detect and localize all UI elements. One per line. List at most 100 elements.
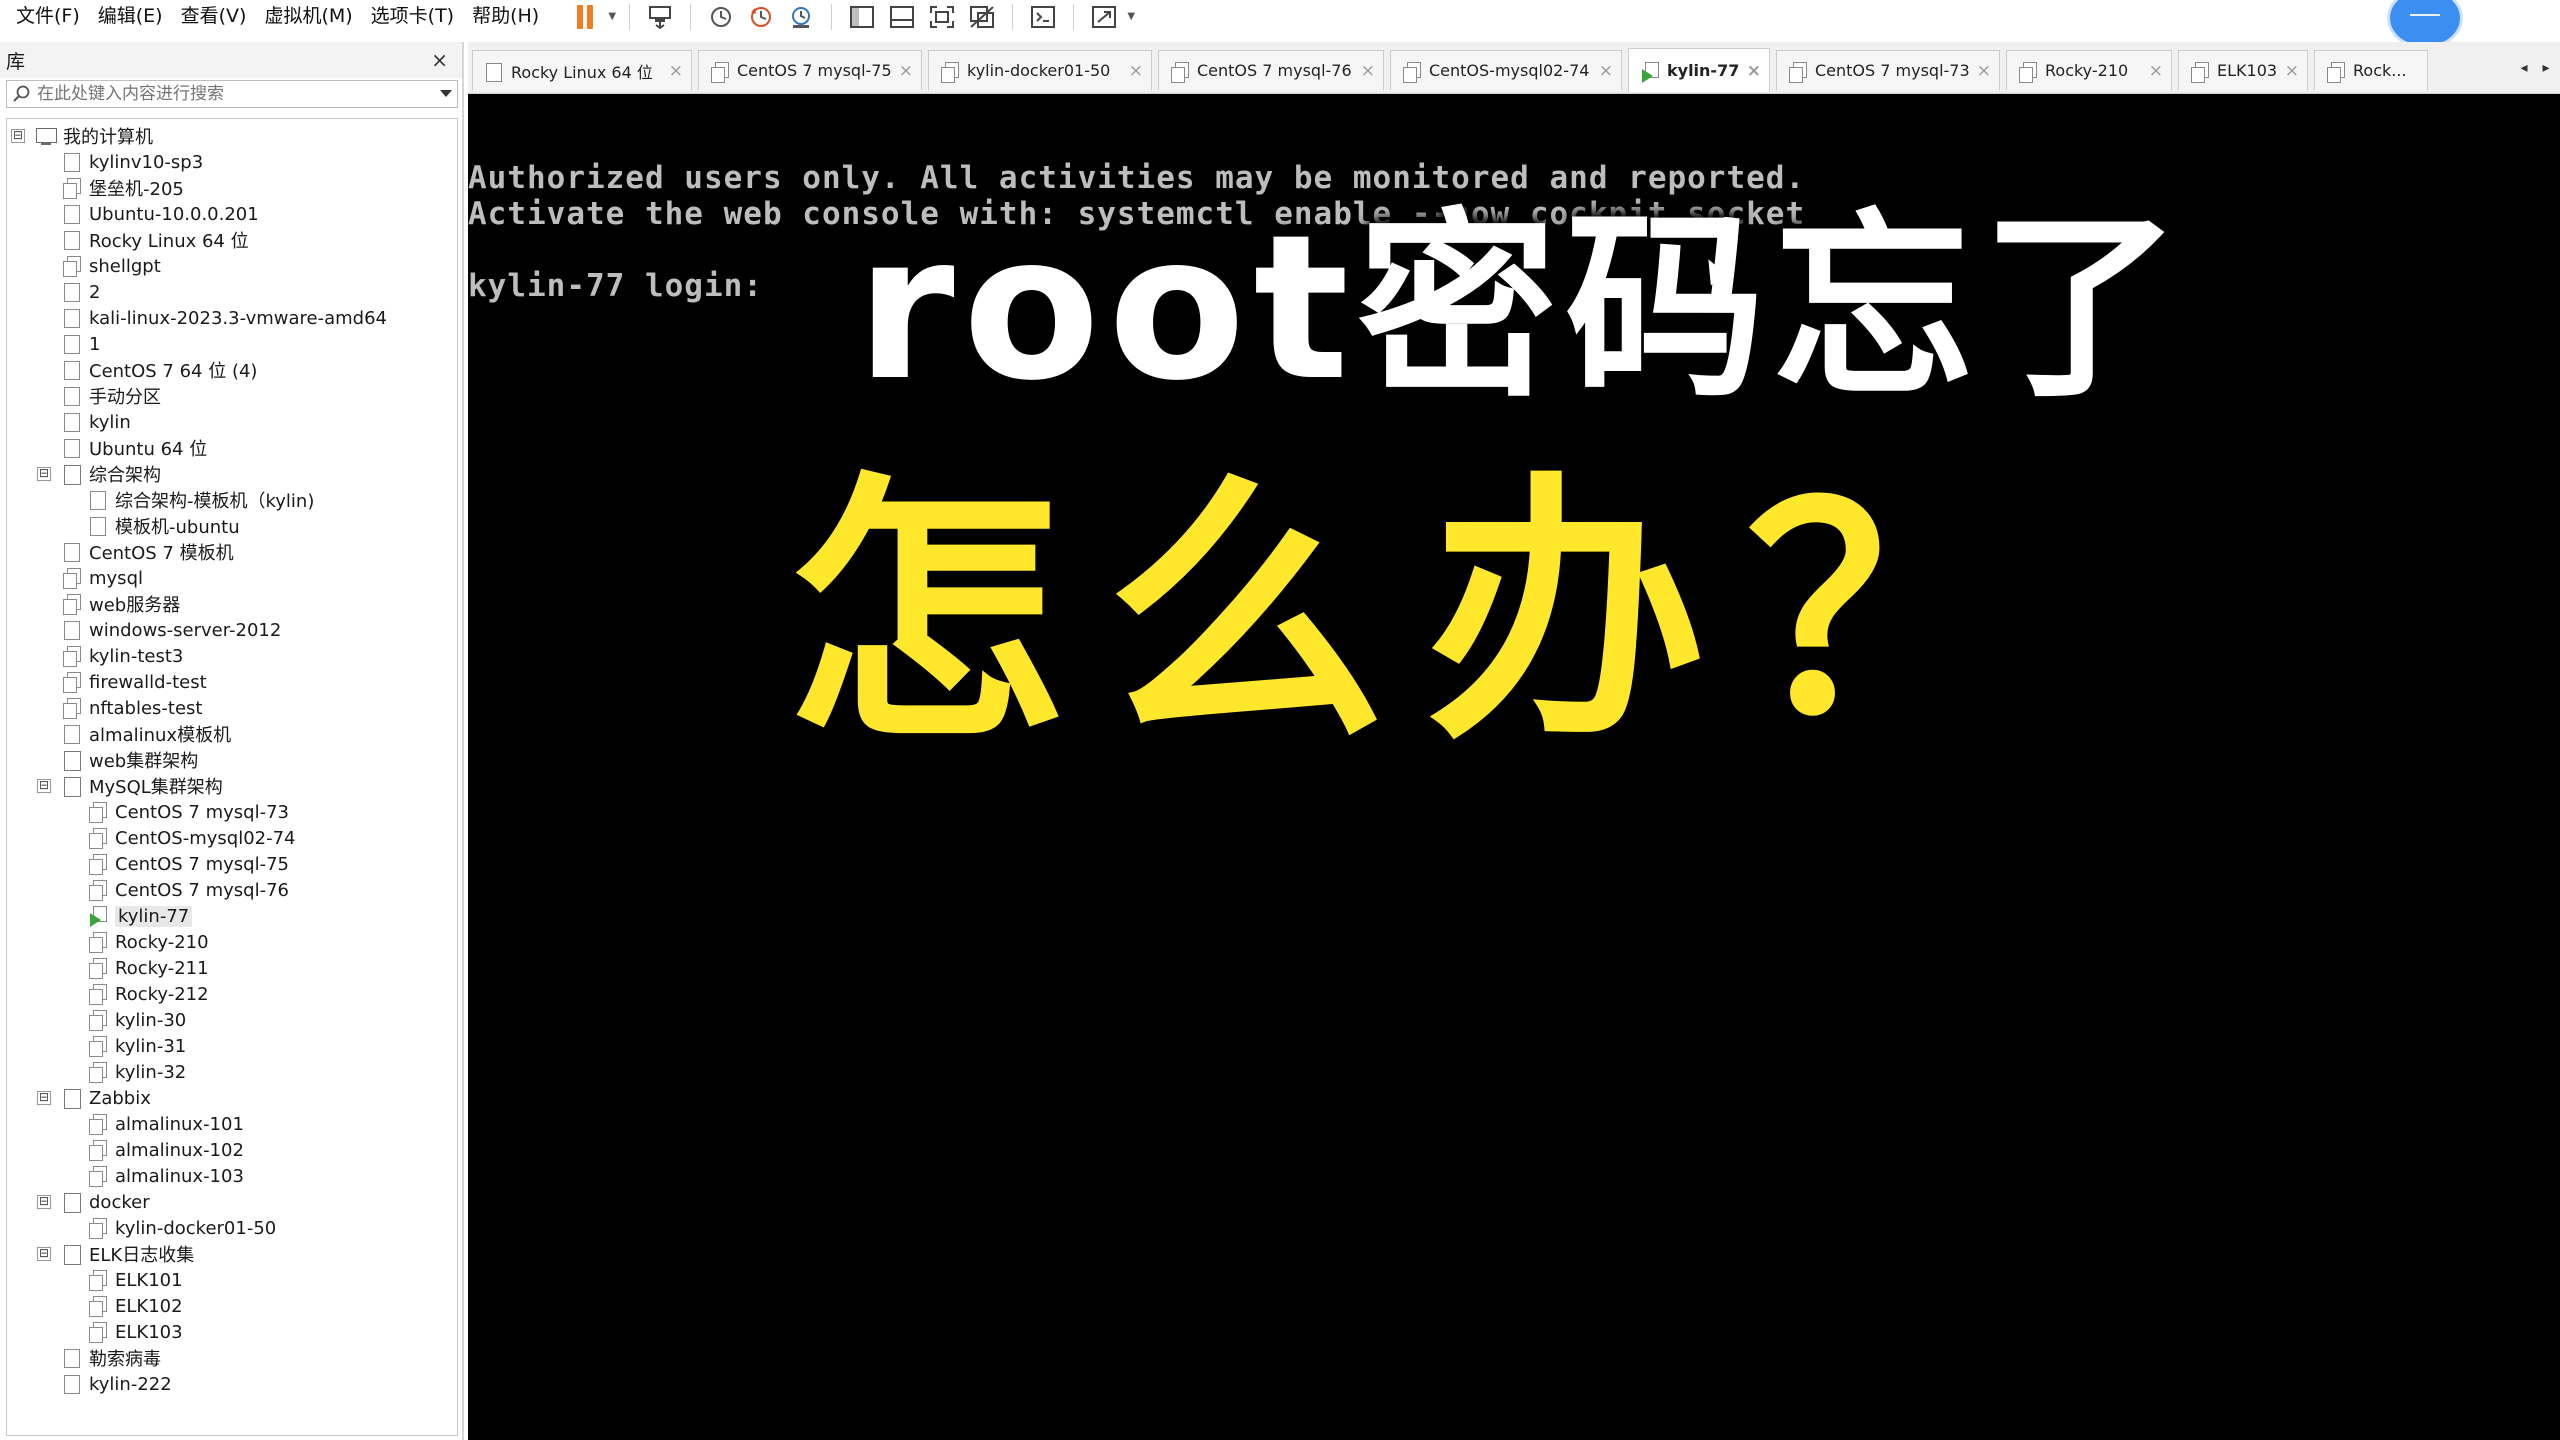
thumbnail-view-button[interactable] xyxy=(884,2,920,32)
library-view-button[interactable] xyxy=(844,2,880,32)
tab-close-icon[interactable]: × xyxy=(2285,61,2299,81)
tree-item[interactable]: Rocky-212 xyxy=(63,981,209,1007)
tree-item[interactable]: kylin-30 xyxy=(63,1007,186,1033)
tree-item[interactable]: 2 xyxy=(37,279,100,305)
vm-tab[interactable]: CentOS-mysql02-74 × xyxy=(1390,50,1622,90)
vm-tab[interactable]: CentOS 7 mysql-76 × xyxy=(1158,50,1384,90)
send-ctrl-alt-del-button[interactable] xyxy=(642,2,678,32)
tree-item[interactable]: ⊟ 综合架构 xyxy=(37,461,161,487)
console-view-button[interactable] xyxy=(1025,2,1061,32)
tree-item[interactable]: mysql xyxy=(37,565,143,591)
tree-item[interactable]: CentOS 7 mysql-76 xyxy=(63,877,289,903)
menu-edit[interactable]: 编辑(E) xyxy=(90,0,171,33)
tree-item[interactable]: 1 xyxy=(37,331,100,357)
tree-collapse-icon[interactable]: ⊟ xyxy=(37,1195,51,1209)
vm-tab[interactable]: ELK103 × xyxy=(2178,50,2308,90)
menu-view[interactable]: 查看(V) xyxy=(173,0,255,33)
snapshot-manager-button[interactable] xyxy=(783,2,819,32)
tree-collapse-icon[interactable]: ⊟ xyxy=(37,1091,51,1105)
tree-item[interactable]: kylin-31 xyxy=(63,1033,186,1059)
vm-tab[interactable]: Rocky Linux 64 位 × xyxy=(472,50,692,90)
library-close-button[interactable]: × xyxy=(431,48,448,72)
tree-item[interactable]: Rocky-211 xyxy=(63,955,209,981)
tab-close-icon[interactable]: × xyxy=(899,61,913,81)
library-search-input[interactable] xyxy=(37,84,435,104)
pause-button[interactable] xyxy=(567,2,603,32)
tree-item[interactable]: almalinux-101 xyxy=(63,1111,244,1137)
tree-item[interactable]: ⊟ 我的计算机 xyxy=(11,123,153,149)
tree-item[interactable]: web服务器 xyxy=(37,591,180,617)
menu-help[interactable]: 帮助(H) xyxy=(464,0,547,33)
tree-item[interactable]: kylin-docker01-50 xyxy=(63,1215,276,1241)
tab-close-icon[interactable]: × xyxy=(1599,61,1613,81)
tree-item[interactable]: almalinux-102 xyxy=(63,1137,244,1163)
menu-file[interactable]: 文件(F) xyxy=(8,0,88,33)
tree-collapse-icon[interactable]: ⊟ xyxy=(37,779,51,793)
tree-item[interactable]: ⊟ Zabbix xyxy=(37,1085,151,1111)
tab-close-icon[interactable]: × xyxy=(1747,61,1761,81)
tree-item[interactable]: ⊟ MySQL集群架构 xyxy=(37,773,223,799)
tree-item[interactable]: CentOS 7 模板机 xyxy=(37,539,234,565)
tree-item[interactable]: ⊟ ELK日志收集 xyxy=(37,1241,194,1267)
vm-tab[interactable]: CentOS 7 mysql-73 × xyxy=(1776,50,2000,90)
tree-item[interactable]: 模板机-ubuntu xyxy=(63,513,240,539)
tree-item[interactable]: 堡垒机-205 xyxy=(37,175,184,201)
tab-close-icon[interactable]: × xyxy=(2149,61,2163,81)
tree-item[interactable]: Ubuntu-10.0.0.201 xyxy=(37,201,259,227)
tab-scroll-right-button[interactable]: ▸ xyxy=(2536,56,2556,80)
tree-item[interactable]: CentOS 7 mysql-73 xyxy=(63,799,289,825)
search-dropdown-icon[interactable] xyxy=(435,81,457,107)
tree-item[interactable]: ELK102 xyxy=(63,1293,183,1319)
vm-tab[interactable]: Rock... xyxy=(2314,50,2428,90)
tab-close-icon[interactable]: × xyxy=(669,61,683,81)
tree-item[interactable]: 综合架构-模板机（kylin) xyxy=(63,487,314,513)
vm-tab[interactable]: CentOS 7 mysql-75 × xyxy=(698,50,922,90)
snapshot-button[interactable] xyxy=(703,2,739,32)
floating-assistant-icon[interactable] xyxy=(2390,0,2460,46)
tab-close-icon[interactable]: × xyxy=(1361,61,1375,81)
tree-item[interactable]: ELK101 xyxy=(63,1267,183,1293)
tree-item[interactable]: 手动分区 xyxy=(37,383,161,409)
revert-snapshot-button[interactable] xyxy=(743,2,779,32)
stretch-dropdown[interactable]: ▼ xyxy=(1124,2,1138,32)
tree-item[interactable]: 勒索病毒 xyxy=(37,1345,161,1371)
tree-item[interactable]: kylin-test3 xyxy=(37,643,183,669)
tree-collapse-icon[interactable]: ⊟ xyxy=(37,1247,51,1261)
stretch-guest-button[interactable] xyxy=(1086,2,1122,32)
vm-tab[interactable]: Rocky-210 × xyxy=(2006,50,2172,90)
tree-item[interactable]: CentOS 7 64 位 (4) xyxy=(37,357,257,383)
tree-item[interactable]: Rocky-210 xyxy=(63,929,209,955)
tree-item[interactable]: almalinux模板机 xyxy=(37,721,231,747)
tree-item[interactable]: almalinux-103 xyxy=(63,1163,244,1189)
menu-tabs[interactable]: 选项卡(T) xyxy=(363,0,462,33)
fullscreen-button[interactable] xyxy=(924,2,960,32)
tree-item[interactable]: kali-linux-2023.3-vmware-amd64 xyxy=(37,305,387,331)
tab-close-icon[interactable]: × xyxy=(1129,61,1143,81)
tree-item[interactable]: kylin xyxy=(37,409,131,435)
tree-item[interactable]: kylinv10-sp3 xyxy=(37,149,203,175)
tree-item[interactable]: CentOS 7 mysql-75 xyxy=(63,851,289,877)
unity-button[interactable] xyxy=(964,2,1000,32)
tree-item[interactable]: Ubuntu 64 位 xyxy=(37,435,207,461)
tree-item[interactable]: firewalld-test xyxy=(37,669,207,695)
vm-tab[interactable]: kylin-docker01-50 × xyxy=(928,50,1152,90)
tree-item[interactable]: ⊟ docker xyxy=(37,1189,150,1215)
tree-item[interactable]: kylin-222 xyxy=(37,1371,172,1397)
vm-console[interactable]: Authorized users only. All activities ma… xyxy=(468,94,2560,1440)
tree-item[interactable]: Rocky Linux 64 位 xyxy=(37,227,249,253)
tree-collapse-icon[interactable]: ⊟ xyxy=(11,129,25,143)
tree-item[interactable]: kylin-77 xyxy=(63,903,193,929)
vm-tab[interactable]: kylin-77 × xyxy=(1628,48,1770,92)
tab-scroll-left-button[interactable]: ◂ xyxy=(2514,56,2534,80)
tree-item[interactable]: kylin-32 xyxy=(63,1059,186,1085)
tree-collapse-icon[interactable]: ⊟ xyxy=(37,467,51,481)
tree-item[interactable]: CentOS-mysql02-74 xyxy=(63,825,296,851)
tree-item[interactable]: nftables-test xyxy=(37,695,202,721)
tab-close-icon[interactable]: × xyxy=(1977,61,1991,81)
tree-item[interactable]: windows-server-2012 xyxy=(37,617,281,643)
pause-dropdown[interactable]: ▼ xyxy=(605,2,619,32)
menu-vm[interactable]: 虚拟机(M) xyxy=(256,0,360,33)
tree-item[interactable]: web集群架构 xyxy=(37,747,198,773)
tree-item[interactable]: shellgpt xyxy=(37,253,161,279)
tree-item[interactable]: ELK103 xyxy=(63,1319,183,1345)
